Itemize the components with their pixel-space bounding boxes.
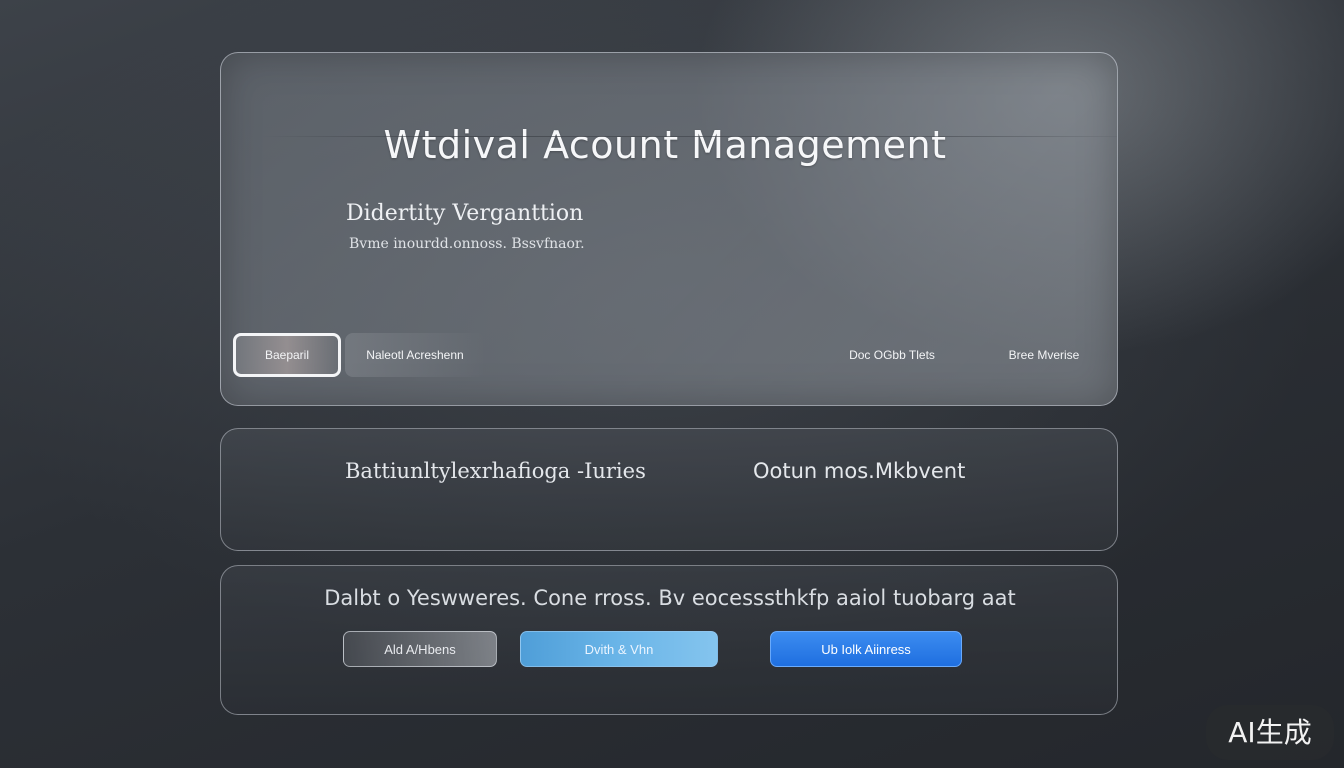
section-heading: Didertity Verganttion: [346, 201, 584, 226]
actions-panel: Dalbt o Yeswweres. Cone rross. Bv eocess…: [220, 565, 1118, 715]
tab-3[interactable]: Doc OGbb Tlets: [827, 333, 957, 377]
account-management-panel: Wtdival Acount Management Didertity Verg…: [220, 52, 1118, 406]
secondary-button[interactable]: Ald A/Hbens: [343, 631, 497, 667]
tab-2[interactable]: Naleotl Acreshenn: [345, 333, 485, 377]
tab-1[interactable]: Baeparil: [233, 333, 341, 377]
ai-generated-badge: AI生成: [1206, 705, 1334, 760]
section-subtext: Bvme inourdd.onnoss. Bssvfnaor.: [349, 236, 585, 252]
info-right-text: Ootun mos.Mkbvent: [753, 459, 966, 483]
tab-bar: Baeparil Naleotl Acreshenn Doc OGbb Tlet…: [231, 333, 1109, 381]
primary-button[interactable]: Ub Iolk Aiinress: [770, 631, 962, 667]
page-title: Wtdival Acount Management: [383, 123, 947, 167]
info-left-text: Battiunltylexrhafioga -Iuries: [345, 459, 646, 483]
actions-description: Dalbt o Yeswweres. Cone rross. Bv eocess…: [324, 586, 1016, 610]
info-panel: Battiunltylexrhafioga -Iuries Ootun mos.…: [220, 428, 1118, 551]
tab-4[interactable]: Bree Mverise: [989, 333, 1099, 377]
light-blue-button[interactable]: Dvith & Vhn: [520, 631, 718, 667]
title-divider: [261, 136, 1117, 137]
